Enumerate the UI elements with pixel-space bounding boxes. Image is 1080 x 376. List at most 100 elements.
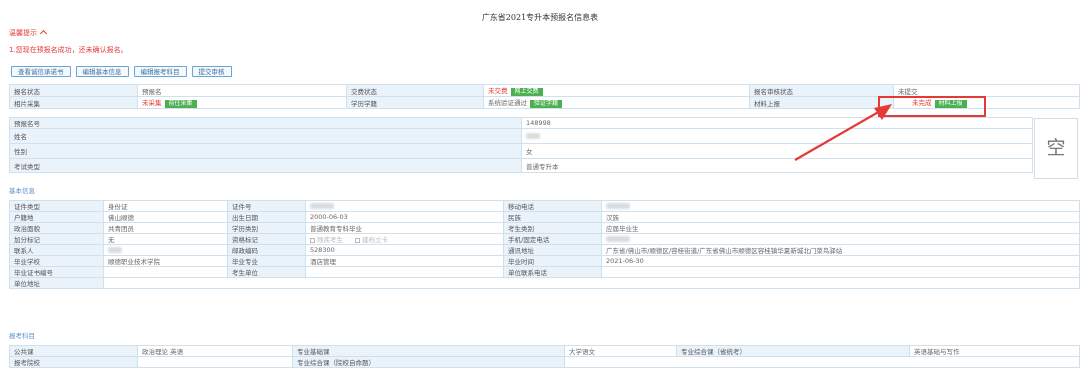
edit-subjects-button[interactable]: 编辑报考科目 [133, 66, 187, 77]
bonus-value: 无 [103, 233, 228, 245]
degree-label: 学历学籍 [346, 96, 484, 109]
reg-status-label: 报名状态 [9, 84, 138, 97]
phone-value [601, 233, 1080, 245]
cand-cat-label: 考生类别 [503, 222, 602, 234]
id-type-value: 身份证 [103, 200, 228, 212]
major-comp-value: 英语基础与写作 [909, 345, 1080, 357]
table-row: 公共课 政治理论 英语 专业基础课 大学语文 专业综合课（省统考） 英语基础与写… [9, 345, 1080, 357]
qual-opt1: 残疾考生 [317, 236, 343, 244]
edit-basic-info-button[interactable]: 编辑基本信息 [75, 66, 129, 77]
name-label: 姓名 [9, 128, 522, 144]
birth-label: 出生日期 [227, 211, 306, 223]
id-no-value [305, 200, 504, 212]
prereg-value: 148998 [521, 117, 1033, 129]
employer-label: 考生单位 [227, 266, 306, 278]
redacted-name [526, 133, 540, 139]
review-status-label: 报名审核状态 [749, 84, 894, 97]
contact-value [103, 244, 228, 256]
redacted-contact [108, 247, 122, 253]
verify-degree-button[interactable]: 验证学籍 [530, 100, 563, 108]
poverty-checkbox[interactable] [355, 237, 361, 243]
ethnic-value: 汉族 [601, 211, 1080, 223]
redacted-mobile [606, 203, 630, 209]
pay-status-cell: 未交费 网上交费 [483, 84, 750, 97]
school-label: 毕业学校 [9, 255, 104, 267]
table-row: 报考院校 专业综合课（院校自命题） [9, 356, 1080, 368]
major-comp-label: 专业综合课（省统考） [676, 345, 910, 357]
view-pledge-button[interactable]: 查看诚信承诺书 [11, 66, 71, 77]
table-row: 报名状态 预报名 交费状态 未交费 网上交费 报名审核状态 未提交 [9, 84, 1080, 97]
basic-info-heading: 基本信息 [9, 187, 35, 195]
phone-label: 手机/固定电话 [503, 233, 602, 245]
photo-value: 未采集 [142, 99, 162, 107]
grad-time-value: 2021-06-30 [601, 255, 1080, 267]
reg-status-value: 预报名 [137, 84, 347, 97]
mobile-value [601, 200, 1080, 212]
id-no-label: 证件号 [227, 200, 306, 212]
address-value: 广东省/佛山市/顺德区/容桂街道/广东省佛山市顺德区容桂镇华夏新城北门菜鸟驿站 [601, 244, 1080, 256]
table-row: 毕业学校 顺德职业技术学院 毕业专业 酒店管理 毕业时间 2021-06-30 [9, 255, 1080, 267]
bonus-label: 加分标记 [9, 233, 104, 245]
photo-label: 相片采集 [9, 96, 138, 109]
edu-cat-label: 学历类别 [227, 222, 306, 234]
cert-label: 毕业证书编号 [9, 266, 104, 278]
exam-type-value: 普通专升本 [521, 158, 1033, 173]
cert-value [103, 266, 228, 278]
major-label: 毕业专业 [227, 255, 306, 267]
cand-cat-value: 应届毕业生 [601, 222, 1080, 234]
basic-info-table: 证件类型 身份证 证件号 移动电话 户籍地 佛山顺德 出生日期 2000-06-… [9, 200, 1080, 289]
table-row: 证件类型 身份证 证件号 移动电话 [9, 200, 1080, 212]
birth-value: 2000-06-03 [305, 211, 504, 223]
edu-cat-value: 普通教育专科毕业 [305, 222, 504, 234]
submit-review-button[interactable]: 提交审核 [191, 66, 232, 77]
redacted-id [310, 203, 334, 209]
contact-label: 联系人 [9, 244, 104, 256]
photo-cell: 未采集 前往采集 [137, 96, 347, 109]
hukou-value: 佛山顺德 [103, 211, 228, 223]
table-row: 户籍地 佛山顺德 出生日期 2000-06-03 民族 汉族 [9, 211, 1080, 223]
review-status-value: 未提交 [893, 84, 1080, 97]
major-base-value: 大学语文 [564, 345, 677, 357]
target-value [137, 356, 293, 368]
pay-online-button[interactable]: 网上交费 [510, 88, 543, 96]
redacted-phone [606, 236, 630, 242]
subjects-table: 公共课 政治理论 英语 专业基础课 大学语文 专业综合课（省统考） 英语基础与写… [9, 345, 1080, 368]
pay-status-value: 未交费 [488, 87, 508, 95]
table-row: 政治面貌 共青团员 学历类别 普通教育专科毕业 考生类别 应届毕业生 [9, 222, 1080, 234]
id-type-label: 证件类型 [9, 200, 104, 212]
table-row: 加分标记 无 资格标记 残疾考生 建档立卡 手机/固定电话 [9, 233, 1080, 245]
employer-addr-label: 单位地址 [9, 277, 104, 289]
qual-opt2: 建档立卡 [362, 236, 389, 244]
major-comp-school-value [564, 356, 1080, 368]
hukou-label: 户籍地 [9, 211, 104, 223]
public-label: 公共课 [9, 345, 138, 357]
subjects-heading: 报考科目 [9, 332, 35, 340]
tip-header[interactable]: 温馨提示 [9, 28, 48, 38]
qual-label: 资格标记 [227, 233, 306, 245]
go-capture-button[interactable]: 前往采集 [164, 100, 197, 108]
employer-phone-label: 单位联系电话 [503, 266, 602, 278]
political-label: 政治面貌 [9, 222, 104, 234]
qual-cell: 残疾考生 建档立卡 [305, 233, 504, 245]
major-comp-school-label: 专业综合课（院校自命题） [292, 356, 565, 368]
political-value: 共青团员 [103, 222, 228, 234]
school-value: 顺德职业技术学院 [103, 255, 228, 267]
postcode-label: 邮政编码 [227, 244, 306, 256]
employer-phone-value [601, 266, 1080, 278]
page-title: 广东省2021专升本预报名信息表 [481, 13, 599, 22]
photo-placeholder[interactable]: 空 [1034, 118, 1078, 179]
employer-value [305, 266, 504, 278]
postcode-value: 528300 [305, 244, 504, 256]
exam-type-label: 考试类型 [9, 158, 522, 173]
gender-value: 女 [521, 143, 1033, 159]
gender-label: 性别 [9, 143, 522, 159]
disabled-checkbox[interactable] [310, 237, 315, 243]
degree-cell: 系统验证通过 验证学籍 [483, 96, 750, 109]
major-base-label: 专业基础课 [292, 345, 565, 357]
public-value: 政治理论 英语 [137, 345, 293, 357]
action-bar: 查看诚信承诺书 编辑基本信息 编辑报考科目 提交审核 [11, 66, 232, 77]
table-row: 联系人 邮政编码 528300 通讯地址 广东省/佛山市/顺德区/容桂街道/广东… [9, 244, 1080, 256]
mobile-label: 移动电话 [503, 200, 602, 212]
employer-addr-value [103, 277, 1080, 289]
address-label: 通讯地址 [503, 244, 602, 256]
